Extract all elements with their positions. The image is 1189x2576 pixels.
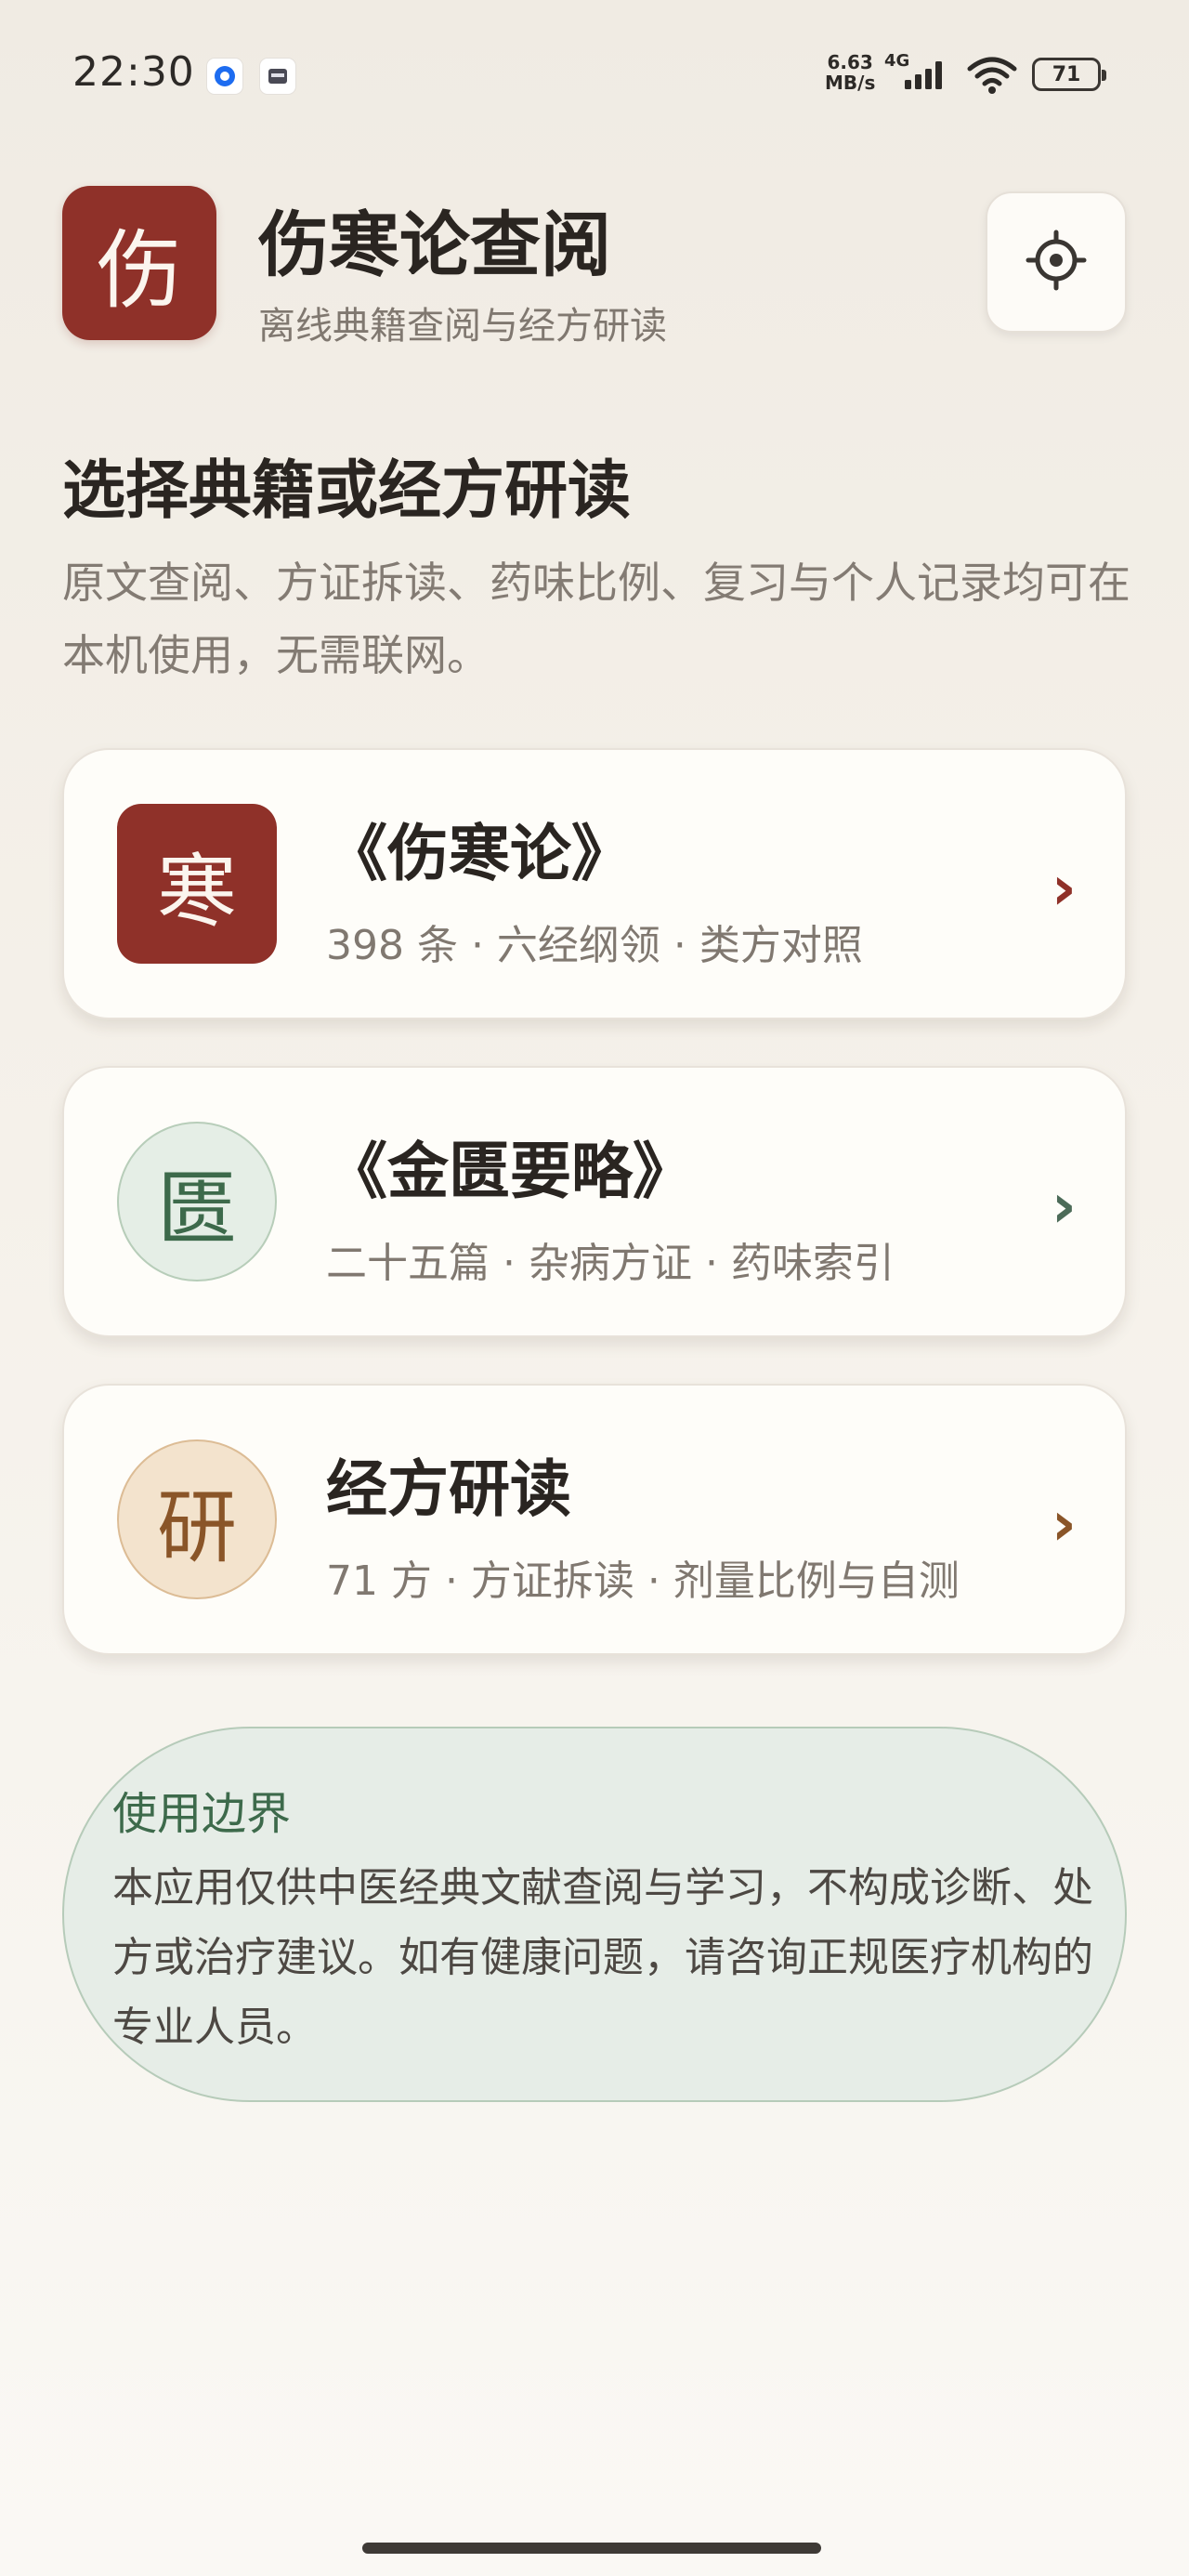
signal-icon [901, 58, 955, 95]
status-time: 22:30 [72, 48, 195, 96]
chevron-right-icon: › [1051, 1170, 1077, 1242]
chevron-right-icon: › [1051, 1488, 1077, 1559]
settings-button[interactable] [986, 191, 1127, 333]
book-card-shanghanlun[interactable]: 寒 《伤寒论》 398 条 · 六经纲领 · 类方对照 › [62, 748, 1127, 1019]
network-speed-value: 6.63 [827, 51, 873, 73]
app-logo-char: 伤 [96, 220, 182, 321]
chevron-right-icon: › [1051, 852, 1077, 924]
section-title: 选择典籍或经方研读 [62, 453, 632, 528]
network-speed: 6.63 MB/s [825, 52, 875, 93]
usage-notice: 使用边界 本应用仅供中医经典文献查阅与学习，不构成诊断、处方或治疗建议。如有健康… [62, 1727, 1127, 2102]
card-title: 经方研读 [326, 1452, 571, 1525]
status-bar: 22:30 6.63 MB/s 4G 71 [0, 0, 1189, 149]
section-description: 原文查阅、方证拆读、药味比例、复习与个人记录均可在本机使用，无需联网。 [62, 558, 1130, 680]
book-icon-char: 寒 [157, 845, 237, 939]
notification-app-icon [259, 58, 296, 95]
home-indicator[interactable] [362, 2543, 821, 2554]
network-speed-unit: MB/s [825, 72, 876, 94]
card-meta: 二十五篇 · 杂病方证 · 药味索引 [326, 1240, 895, 1287]
app-subtitle: 离线典籍查阅与经方研读 [258, 305, 667, 348]
card-title: 《伤寒论》 [326, 817, 633, 889]
book-icon-char: 研 [157, 1480, 237, 1574]
card-meta: 71 方 · 方证拆读 · 剂量比例与自测 [326, 1557, 960, 1605]
book-icon-jinkuiyaolue: 匮 [117, 1122, 277, 1281]
study-card-jingfang[interactable]: 研 经方研读 71 方 · 方证拆读 · 剂量比例与自测 › [62, 1384, 1127, 1655]
book-card-jinkuiyaolue[interactable]: 匮 《金匮要略》 二十五篇 · 杂病方证 · 药味索引 › [62, 1066, 1127, 1337]
battery-indicator: 71 [1032, 58, 1106, 91]
app-logo: 伤 [62, 186, 216, 340]
wifi-icon [966, 54, 1018, 99]
app-title: 伤寒论查阅 [258, 204, 611, 286]
book-icon-char: 匮 [157, 1163, 237, 1256]
book-icon-shanghanlun: 寒 [117, 804, 277, 964]
card-title: 《金匮要略》 [326, 1135, 694, 1207]
gear-icon [1023, 227, 1090, 297]
book-icon-jingfang: 研 [117, 1439, 277, 1599]
card-meta: 398 条 · 六经纲领 · 类方对照 [326, 922, 863, 969]
notification-app-icon [206, 58, 243, 95]
notice-body: 本应用仅供中医经典文献查阅与学习，不构成诊断、处方或治疗建议。如有健康问题，请咨… [112, 1864, 1093, 2051]
battery-level: 71 [1052, 62, 1081, 86]
notice-title: 使用边界 [112, 1788, 292, 1840]
